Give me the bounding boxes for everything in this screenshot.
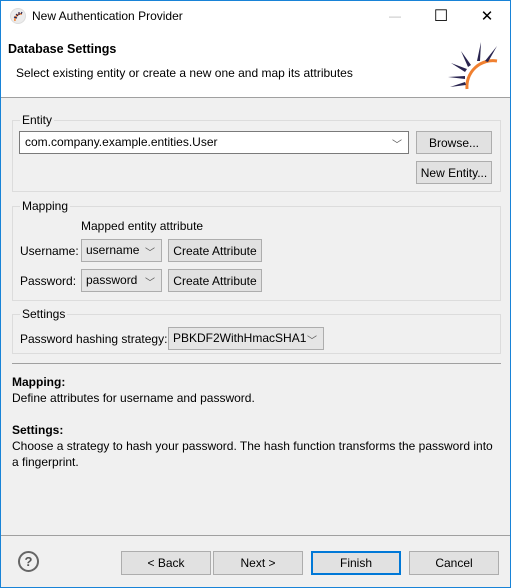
close-button[interactable]: ✕ bbox=[464, 1, 510, 31]
app-icon bbox=[10, 8, 26, 24]
maximize-button[interactable]: ☐ bbox=[418, 1, 464, 31]
chevron-down-icon: ﹀ bbox=[392, 140, 402, 151]
username-value: username bbox=[86, 243, 140, 257]
page-description: Select existing entity or create a new o… bbox=[16, 66, 353, 80]
next-button[interactable]: Next > bbox=[213, 551, 303, 575]
window-title: New Authentication Provider bbox=[32, 9, 183, 23]
page-title: Database Settings bbox=[8, 42, 117, 56]
chevron-down-icon: ﹀ bbox=[145, 278, 155, 289]
mapping-group-label: Mapping bbox=[20, 199, 71, 213]
chevron-down-icon: ﹀ bbox=[307, 336, 317, 347]
password-label: Password: bbox=[20, 274, 77, 288]
title-bar: New Authentication Provider — ☐ ✕ bbox=[1, 1, 510, 31]
browse-button[interactable]: Browse... bbox=[416, 131, 492, 154]
cancel-button[interactable]: Cancel bbox=[409, 551, 499, 575]
help-settings-text: Choose a strategy to hash your password.… bbox=[12, 439, 493, 469]
hashing-strategy-value: PBKDF2WithHmacSHA1 bbox=[173, 331, 307, 345]
minimize-button[interactable]: — bbox=[372, 1, 418, 31]
minimize-icon: — bbox=[389, 9, 401, 23]
chevron-down-icon: ﹀ bbox=[145, 248, 155, 259]
username-select[interactable]: username ﹀ bbox=[81, 239, 162, 262]
entity-value: com.company.example.entities.User bbox=[25, 135, 218, 149]
footer-separator bbox=[1, 535, 510, 536]
entity-group-label: Entity bbox=[20, 113, 55, 127]
help-mapping-title: Mapping: bbox=[12, 375, 66, 389]
hashing-strategy-label: Password hashing strategy: bbox=[20, 332, 168, 346]
password-select[interactable]: password ﹀ bbox=[81, 269, 162, 292]
password-value: password bbox=[86, 273, 138, 287]
hashing-strategy-select[interactable]: PBKDF2WithHmacSHA1 ﹀ bbox=[168, 327, 324, 350]
create-username-attribute-button[interactable]: Create Attribute bbox=[168, 239, 262, 262]
dialog-window: New Authentication Provider — ☐ ✕ Databa… bbox=[0, 0, 511, 588]
wizard-logo-icon bbox=[448, 42, 498, 90]
mapped-attribute-header: Mapped entity attribute bbox=[81, 219, 204, 233]
help-separator bbox=[12, 363, 501, 364]
close-icon: ✕ bbox=[480, 8, 494, 25]
entity-combo[interactable]: com.company.example.entities.User ﹀ bbox=[19, 131, 409, 154]
wizard-header: Database Settings Select existing entity… bbox=[1, 31, 510, 98]
username-label: Username: bbox=[20, 244, 79, 258]
new-entity-button[interactable]: New Entity... bbox=[416, 161, 492, 184]
back-button[interactable]: < Back bbox=[121, 551, 211, 575]
maximize-icon: ☐ bbox=[433, 8, 449, 25]
help-settings-title: Settings: bbox=[12, 423, 64, 437]
help-icon[interactable]: ? bbox=[18, 551, 39, 572]
help-mapping-text: Define attributes for username and passw… bbox=[12, 391, 255, 405]
create-password-attribute-button[interactable]: Create Attribute bbox=[168, 269, 262, 292]
settings-group-label: Settings bbox=[20, 307, 68, 321]
finish-button[interactable]: Finish bbox=[311, 551, 401, 575]
